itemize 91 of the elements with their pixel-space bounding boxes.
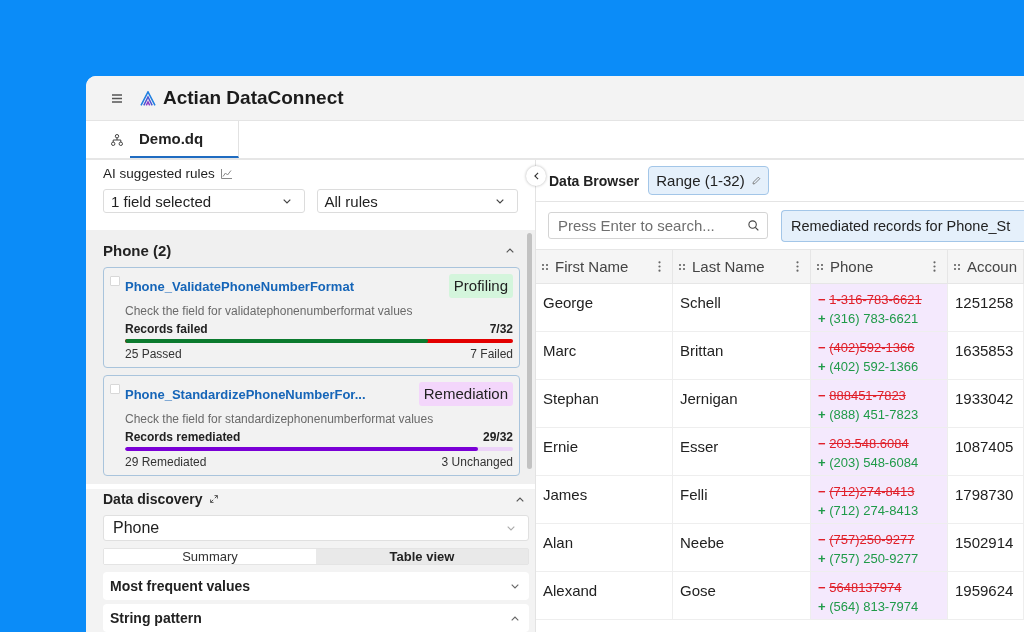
filter-chip[interactable]: Remediated records for Phone_St (781, 209, 1024, 242)
drag-handle-icon[interactable] (817, 263, 823, 270)
metric-label: Records failed (125, 322, 208, 336)
caption-text: 25 Passed (125, 347, 182, 361)
chevron-down-icon (507, 525, 515, 531)
checkbox[interactable] (110, 384, 120, 394)
rule-type-tag: Remediation (418, 382, 513, 406)
rule-name-link[interactable]: Phone_ValidatePhoneNumberFormat (125, 278, 354, 294)
app-title: Actian DataConnect (163, 87, 344, 109)
metric-value: 7/32 (489, 322, 513, 336)
table-cell: 1502914 (948, 524, 1024, 571)
chevron-down-icon (496, 198, 504, 204)
metric-label: Records remediated (125, 430, 241, 444)
more-icon[interactable] (658, 261, 661, 272)
drag-handle-icon[interactable] (954, 263, 960, 270)
table-cell: 1959624 (948, 572, 1024, 619)
removed-value: − 1-316-783-6621 (818, 292, 922, 307)
collapse-button[interactable] (526, 166, 546, 186)
rule-description: Check the field for validatephonenumberformat values (125, 304, 413, 318)
column-title: First Name (555, 258, 629, 275)
column-header[interactable]: Phone (811, 250, 948, 283)
panel-title: AI suggested rules (103, 166, 215, 182)
removed-value: − 203.548.6084 (818, 436, 909, 451)
file-tab[interactable]: Demo.dq (130, 121, 239, 158)
added-value: + (402) 592-1366 (818, 359, 919, 374)
removed-value: − (712)274-8413 (818, 484, 915, 499)
table-cell: 1798730 (948, 476, 1024, 523)
chevron-up-icon[interactable] (516, 496, 524, 502)
range-chip[interactable]: Range (1-32) (648, 166, 769, 195)
menu-icon[interactable] (112, 93, 122, 103)
drag-handle-icon[interactable] (679, 263, 685, 270)
caption-text: 3 Unchanged (441, 455, 513, 469)
column-header[interactable]: Last Name (673, 250, 811, 283)
added-value: + (203) 548-6084 (818, 455, 919, 470)
field-dropdown[interactable]: Phone (103, 515, 529, 541)
table-cell: 1087405 (948, 428, 1024, 475)
table-cell: Alan (536, 524, 673, 571)
more-icon[interactable] (796, 261, 799, 272)
column-title: Phone (830, 258, 874, 275)
expand-icon[interactable] (209, 495, 218, 503)
more-icon[interactable] (933, 261, 936, 272)
table-cell: Marc (536, 332, 673, 379)
chevron-left-icon (533, 172, 539, 180)
section-title: Data discovery (103, 491, 203, 507)
rule-description: Check the field for standardizephonenumberformat values (125, 412, 434, 426)
rule-name-link[interactable]: Phone_StandardizePhoneNumberFor... (125, 386, 366, 402)
removed-value: − (402)592-1366 (818, 340, 915, 355)
search-icon[interactable] (748, 220, 759, 231)
rule-card[interactable]: Phone_ValidatePhoneNumberFormat Profiling Check the field for validatephonenumberformat values Records failed 7/32 25 Passed 7 Failed (103, 267, 520, 368)
drag-handle-icon[interactable] (542, 263, 548, 270)
column-header[interactable]: Accoun (948, 250, 1024, 283)
group-title: Phone (2) (103, 242, 172, 259)
table-cell: 1635853 (948, 332, 1024, 379)
pencil-icon (751, 176, 761, 185)
rule-dropdown[interactable]: All rules (316, 189, 518, 213)
accordion-header[interactable]: Most frequent values (103, 572, 529, 600)
logo-icon (140, 90, 156, 106)
table-cell: Ernie (536, 428, 673, 475)
removed-value: − 5648137974 (818, 580, 902, 595)
added-value: + (712) 274-8413 (818, 503, 919, 518)
table-cell: 1933042 (948, 380, 1024, 427)
scrollbar-thumb[interactable] (527, 233, 532, 469)
caption-text: 7 Failed (470, 347, 513, 361)
chevron-up-icon[interactable] (506, 248, 514, 253)
search-field[interactable]: Press Enter to search... (548, 212, 768, 239)
rule-type-tag: Profiling (448, 274, 513, 298)
hierarchy-icon (111, 133, 123, 146)
table-cell: James (536, 476, 673, 523)
view-tab[interactable]: Summary (104, 549, 316, 564)
column-title: Last Name (692, 258, 765, 275)
accordion-header[interactable]: String pattern (103, 604, 529, 632)
checkbox[interactable] (110, 276, 120, 286)
added-value: + (888) 451-7823 (818, 407, 919, 422)
removed-value: − (757)250-9277 (818, 532, 915, 547)
table-cell: 1251258 (948, 284, 1024, 331)
field-dropdown[interactable]: 1 field selected (103, 189, 305, 213)
removed-value: − 888451-7823 (818, 388, 906, 403)
table-cell: Alexand (536, 572, 673, 619)
added-value: + (564) 813-7974 (818, 599, 919, 614)
column-header[interactable]: First Name (536, 250, 673, 283)
panel-title: Data Browser (549, 172, 640, 189)
added-value: + (757) 250-9277 (818, 551, 919, 566)
table-cell: Stephan (536, 380, 673, 427)
column-title: Accoun (967, 258, 1018, 275)
table-cell: George (536, 284, 673, 331)
metric-value: 29/32 (482, 430, 513, 444)
chevron-down-icon (282, 198, 291, 204)
caption-text: 29 Remediated (125, 455, 207, 469)
added-value: + (316) 783-6621 (818, 311, 919, 326)
chart-icon[interactable] (220, 169, 232, 179)
rule-card[interactable]: Phone_StandardizePhoneNumberFor... Remediation Check the field for standardizephonenumberformat values Records remediated 29/32 29 Remediated 3 Unchanged (103, 375, 520, 476)
